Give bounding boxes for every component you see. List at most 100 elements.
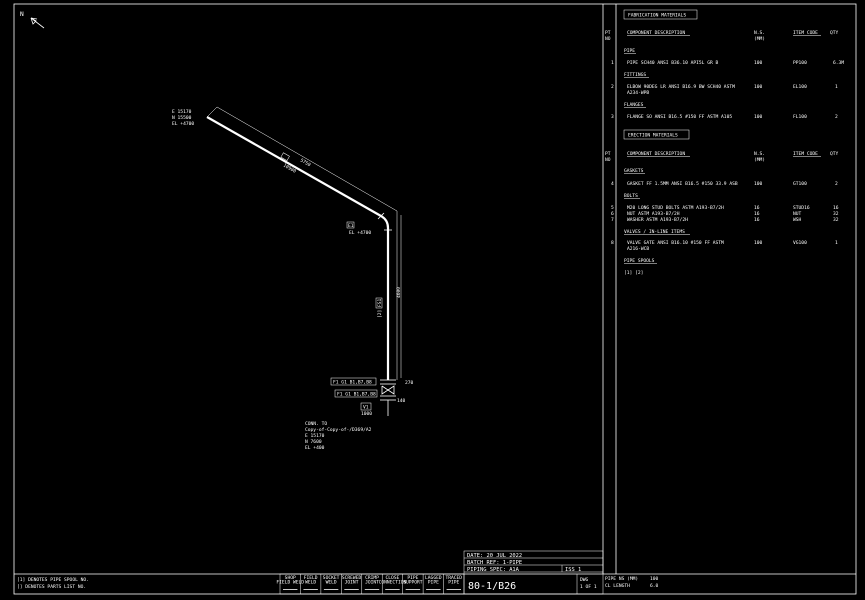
fab-row2-code: EL100	[793, 84, 807, 90]
sheet-border	[13, 3, 857, 595]
fab-row3-desc: FLANGE SO ANSI B16.5 #150 FF ASTM A105	[627, 114, 732, 120]
erec-row4-code: GT100	[793, 181, 807, 187]
erec-row8-ns: 100	[754, 240, 763, 246]
erec-hdr-no: NO	[605, 157, 611, 163]
cl-length-label: CL LENGTH	[605, 583, 630, 589]
note-parts-list: [] DENOTES PARTS LIST NO.	[17, 584, 86, 590]
erec-row6-desc: NUT ASTM A193-B7/2H	[627, 211, 680, 217]
legend-label: WELD	[305, 580, 316, 586]
dimension-vertical: 4600	[396, 287, 402, 298]
erec-row6-code: NUT	[793, 211, 802, 217]
drawing-date: DATE: 20 JUL 2022	[467, 553, 522, 559]
erec-row5-ns: 16	[754, 205, 760, 211]
fab-row3-ns: 100	[754, 114, 763, 120]
legend-label: PIPE	[428, 580, 439, 586]
fab-hdr-no: NO	[605, 36, 611, 42]
fab-row1-desc: PIPE SCH40 ANSI B36.10 API5L GR B	[627, 60, 719, 66]
note-spool-number: [1] DENOTES PIPE SPOOL NO.	[17, 577, 89, 583]
fab-row2-desc1: ELBOW 90DEG LR ANSI B16.9 BW SCH40 ASTM	[627, 84, 735, 90]
erec-row6-ns: 16	[754, 211, 760, 217]
erec-row8-desc1: VALVE GATE ANSI B16.10 #150 FF ASTM	[627, 240, 724, 246]
pipe-segment-horizontal	[206, 116, 382, 217]
dimension-small-2: 140	[397, 398, 406, 404]
fab-row1-pt: 1	[611, 60, 614, 66]
erec-spool-list: [1] [2]	[624, 270, 643, 276]
pipe-ns-label: PIPE NS (MM)	[605, 576, 638, 582]
valve-tag: V1	[363, 405, 369, 411]
fab-row2-ns: 100	[754, 84, 763, 90]
fab-row2-desc2: A234-WPB	[627, 90, 649, 96]
gate-valve-icon	[381, 385, 395, 395]
fab-hdr-mm: (MM)	[754, 36, 765, 42]
north-label: N	[20, 11, 24, 18]
isometric-number: 80-1/B26	[468, 581, 516, 592]
north-arrow-icon	[30, 17, 45, 29]
legend-label: JOINT	[345, 580, 359, 586]
erec-hdr-qty: QTY	[830, 151, 839, 157]
fab-section-flanges: FLANGES	[624, 102, 644, 108]
erec-row7-pt: 7	[611, 217, 614, 223]
erec-row4-desc: GASKET FF 1.5MM ANSI B16.5 #150 33.9 ASB	[627, 181, 738, 187]
fab-row3-pt: 3	[611, 114, 614, 120]
fab-section-fittings: FITTINGS	[624, 72, 646, 78]
start-coord-north: N 15500	[172, 115, 192, 121]
erec-row6-qty: 32	[833, 211, 839, 217]
dwg-sheet-count: 1 OF 1	[580, 584, 597, 590]
fab-row2-pt: 2	[611, 84, 614, 90]
pipe-elbow	[380, 215, 390, 229]
erec-row5-code: STUD16	[793, 205, 810, 211]
isometric-drawing-sheet: N E 15170 N 15500 EL +4700 5750 10900 E1…	[13, 3, 857, 595]
fab-title: FABRICATION MATERIALS	[628, 13, 686, 19]
erec-row6-pt: 6	[611, 211, 614, 217]
legend-label: PIPE	[448, 580, 459, 586]
erec-row4-qty: 2	[835, 181, 838, 187]
fab-row1-qty: 6.3M	[833, 60, 844, 66]
erec-row8-qty: 1	[835, 240, 838, 246]
fab-row1-ns: 100	[754, 60, 763, 66]
erec-row4-pt: 4	[611, 181, 614, 187]
conn-coord-elevation: EL +400	[305, 445, 325, 451]
erec-row7-desc: WASHER ASTM A193-B7/2H	[627, 217, 688, 223]
erec-section-bolts: BOLTS	[624, 193, 638, 199]
fab-hdr-pt: PT	[605, 30, 611, 36]
fab-section-pipe: PIPE	[624, 48, 635, 54]
start-coord-east: E 15170	[172, 109, 192, 115]
erec-section-spools: PIPE SPOOLS	[624, 258, 655, 264]
flange-tag-2: F1 G1 B1,B7,B8	[337, 392, 376, 398]
erec-hdr-desc: COMPONENT DESCRIPTION	[627, 151, 685, 157]
erec-title: ERECTION MATERIALS	[628, 133, 678, 139]
erec-row8-desc2: A216-WCB	[627, 246, 649, 252]
fab-hdr-ns: N.S.	[754, 30, 765, 36]
fab-row2-qty: 1	[835, 84, 838, 90]
fab-row3-code: FL100	[793, 114, 807, 120]
erec-row7-code: WSH	[793, 217, 802, 223]
dwg-label: DWG	[580, 577, 589, 583]
pipe-run	[206, 106, 398, 380]
erec-row5-pt: 5	[611, 205, 614, 211]
fab-hdr-desc: COMPONENT DESCRIPTION	[627, 30, 685, 36]
erec-hdr-code: ITEM CODE	[793, 151, 818, 157]
piping-spec: PIPING SPEC: A1A	[467, 567, 520, 573]
legend-label: FIELD WELD	[276, 580, 304, 586]
erec-section-valves: VALVES / IN-LINE ITEMS	[624, 229, 685, 235]
start-coord-elevation: EL +4700	[172, 121, 194, 127]
spool-number-tag: [2]	[377, 310, 383, 318]
dimension-small-1: 270	[405, 380, 414, 386]
legend-label: SUPPORT	[403, 580, 423, 586]
erec-row7-ns: 16	[754, 217, 760, 223]
conn-to-label: CONN. TO	[305, 421, 327, 427]
erec-row7-qty: 32	[833, 217, 839, 223]
erec-hdr-mm: (MM)	[754, 157, 765, 163]
conn-coord-north: N 7600	[305, 439, 322, 445]
conn-to-reference: Copy-of-Copy-of-/D369/A2	[305, 427, 372, 433]
legend-label: WELD	[326, 580, 337, 586]
fab-row3-qty: 2	[835, 114, 838, 120]
batch-reference: BATCH REF: 1-PIPE	[467, 560, 522, 566]
conn-coord-east: E 15170	[305, 433, 325, 439]
flange-valve-assembly	[380, 379, 396, 416]
small-number: 1000	[361, 411, 372, 417]
legend-cells: SHOPFIELD WELDFIELDWELDSOCKETWELDSCREWED…	[276, 574, 462, 594]
cl-length-value: 6.0	[650, 583, 659, 589]
erec-row8-pt: 8	[611, 240, 614, 246]
erec-section-gaskets: GASKETS	[624, 168, 644, 174]
